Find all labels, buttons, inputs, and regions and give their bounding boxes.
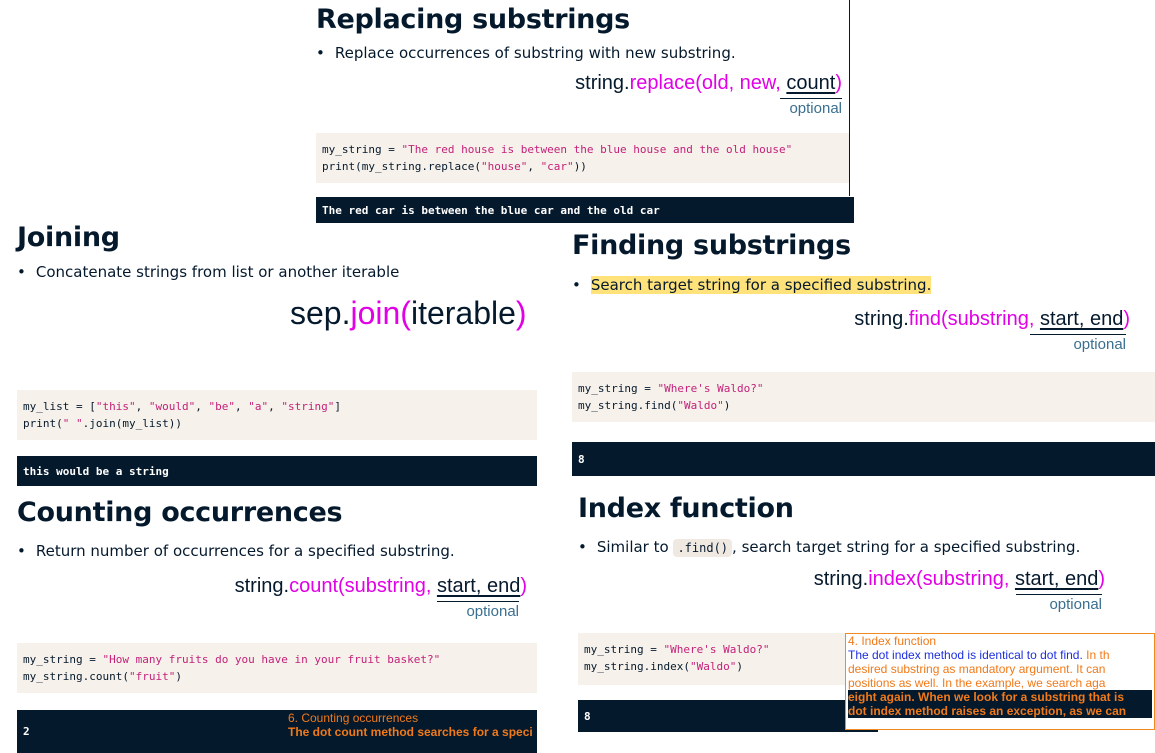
bullet-dot: • bbox=[578, 538, 587, 556]
note-heading: 6. Counting occurrences bbox=[288, 711, 419, 725]
join-code-block: my_list = ["this", "would", "be", "a", "… bbox=[17, 390, 537, 440]
sig-object: string. bbox=[234, 575, 290, 597]
sig-object: string. bbox=[854, 308, 909, 330]
index-title: Index function bbox=[578, 493, 794, 524]
sig-method: count( bbox=[289, 575, 345, 597]
sig-close: ) bbox=[520, 575, 527, 597]
counting-bullet-text: Return number of occurrences for a speci… bbox=[35, 542, 455, 560]
joining-bullet: • Concatenate strings from list or anothe… bbox=[17, 263, 399, 281]
sig-args: substring, bbox=[947, 308, 1040, 330]
note-line-4: eight again. When we look for a substrin… bbox=[848, 690, 1152, 704]
counting-bullet: • Return number of occurrences for a spec… bbox=[17, 542, 455, 560]
code-line-1: my_string = "Where's Waldo?" bbox=[578, 382, 764, 395]
join-signature: sep.join(iterable) bbox=[290, 295, 527, 332]
sig-args: substring, bbox=[922, 568, 1015, 590]
note-line-5: dot index method raises an exception, as… bbox=[848, 704, 1152, 718]
sig-optional-args: start, end bbox=[1039, 308, 1124, 330]
find-optional-label: optional bbox=[1030, 334, 1126, 353]
sig-optional-args: count bbox=[786, 72, 836, 94]
replacing-bullet: • Replace occurrences of substring with n… bbox=[316, 44, 736, 62]
count-optional-label: optional bbox=[437, 601, 519, 620]
replacing-bullet-text: Replace occurrences of substring with ne… bbox=[334, 44, 736, 62]
code-line-2: my_string.count("fruit") bbox=[23, 670, 182, 683]
sig-method: find( bbox=[908, 308, 948, 330]
note-text: The dot count method searches for a spec… bbox=[288, 725, 533, 739]
code-line-2: print(my_string.replace("house", "car")) bbox=[322, 160, 587, 173]
index-bullet-text-b: , search target string for a specified s… bbox=[732, 538, 1081, 556]
finding-bullet-text: Search target string for a specified sub… bbox=[590, 276, 932, 294]
note-heading: 4. Index function bbox=[848, 634, 937, 648]
count-output-value: 2 bbox=[23, 725, 30, 738]
sig-args: old, new, bbox=[701, 72, 787, 94]
index-bullet: • Similar to .find(), search target strin… bbox=[578, 538, 1081, 557]
note-line-1: The dot index method is identical to dot… bbox=[848, 648, 1110, 662]
sig-method: join( bbox=[350, 295, 411, 331]
sig-args: iterable bbox=[410, 295, 516, 331]
finding-title: Finding substrings bbox=[572, 230, 851, 261]
index-optional-label: optional bbox=[1016, 594, 1102, 613]
join-output: this would be a string bbox=[17, 456, 537, 486]
sig-optional-args: start, end bbox=[436, 575, 521, 597]
counting-title: Counting occurrences bbox=[17, 497, 343, 528]
count-code-block: my_string = "How many fruits do you have… bbox=[17, 643, 537, 693]
index-output: 8 bbox=[578, 700, 878, 732]
note-line-2: desired substring as mandatory argument.… bbox=[848, 662, 1106, 676]
index-code-block: my_string = "Where's Waldo?" my_string.in… bbox=[578, 633, 878, 685]
joining-title: Joining bbox=[17, 222, 120, 253]
index-bullet-text-a: Similar to bbox=[596, 538, 674, 556]
note-line-3: positions as well. In the example, we se… bbox=[848, 676, 1106, 690]
replace-signature: string.replace(old, new, count) bbox=[575, 72, 842, 95]
index-speaker-note: 4. Index function The dot index method i… bbox=[845, 633, 1155, 730]
sig-object: string. bbox=[575, 72, 630, 94]
sig-close: ) bbox=[1098, 568, 1105, 590]
sig-optional-args: start, end bbox=[1014, 568, 1099, 590]
joining-bullet-text: Concatenate strings from list or another… bbox=[35, 263, 400, 281]
replace-notes-edge bbox=[849, 0, 857, 196]
bullet-dot: • bbox=[17, 263, 26, 281]
code-line-2: my_string.find("Waldo") bbox=[578, 399, 731, 412]
find-code-block: my_string = "Where's Waldo?" my_string.fi… bbox=[572, 372, 1155, 422]
sig-close: ) bbox=[1123, 308, 1130, 330]
count-speaker-note: 6. Counting occurrences The dot count met… bbox=[286, 710, 537, 753]
bullet-dot: • bbox=[572, 276, 581, 294]
sig-object: sep. bbox=[290, 295, 351, 331]
sig-args: substring, bbox=[344, 575, 437, 597]
bullet-dot: • bbox=[17, 542, 26, 560]
code-line-1: my_string = "Where's Waldo?" bbox=[584, 643, 770, 656]
code-line-1: my_string = "How many fruits do you have… bbox=[23, 653, 441, 666]
find-signature: string.find(substring, start, end) bbox=[854, 308, 1130, 331]
bullet-dot: • bbox=[316, 44, 325, 62]
code-line-2: my_string.index("Waldo") bbox=[584, 660, 743, 673]
finding-bullet: • Search target string for a specified su… bbox=[572, 276, 932, 294]
replace-optional-label: optional bbox=[780, 98, 842, 117]
code-line-1: my_string = "The red house is between th… bbox=[322, 143, 793, 156]
index-signature: string.index(substring, start, end) bbox=[814, 568, 1105, 591]
sig-close: ) bbox=[515, 295, 527, 331]
sig-method: replace( bbox=[629, 72, 702, 94]
sig-object: string. bbox=[813, 568, 869, 590]
sig-close: ) bbox=[835, 72, 842, 94]
replace-output: The red car is between the blue car and … bbox=[316, 197, 854, 223]
sig-method: index( bbox=[868, 568, 923, 590]
code-line-2: print(" ".join(my_list)) bbox=[23, 417, 182, 430]
find-output: 8 bbox=[572, 442, 1155, 476]
index-bullet-code: .find() bbox=[673, 539, 733, 557]
replace-code-block: my_string = "The red house is between th… bbox=[316, 133, 854, 183]
count-signature: string.count(substring, start, end) bbox=[235, 575, 527, 598]
replacing-title: Replacing substrings bbox=[316, 4, 630, 35]
code-line-1: my_list = ["this", "would", "be", "a", "… bbox=[23, 400, 341, 413]
